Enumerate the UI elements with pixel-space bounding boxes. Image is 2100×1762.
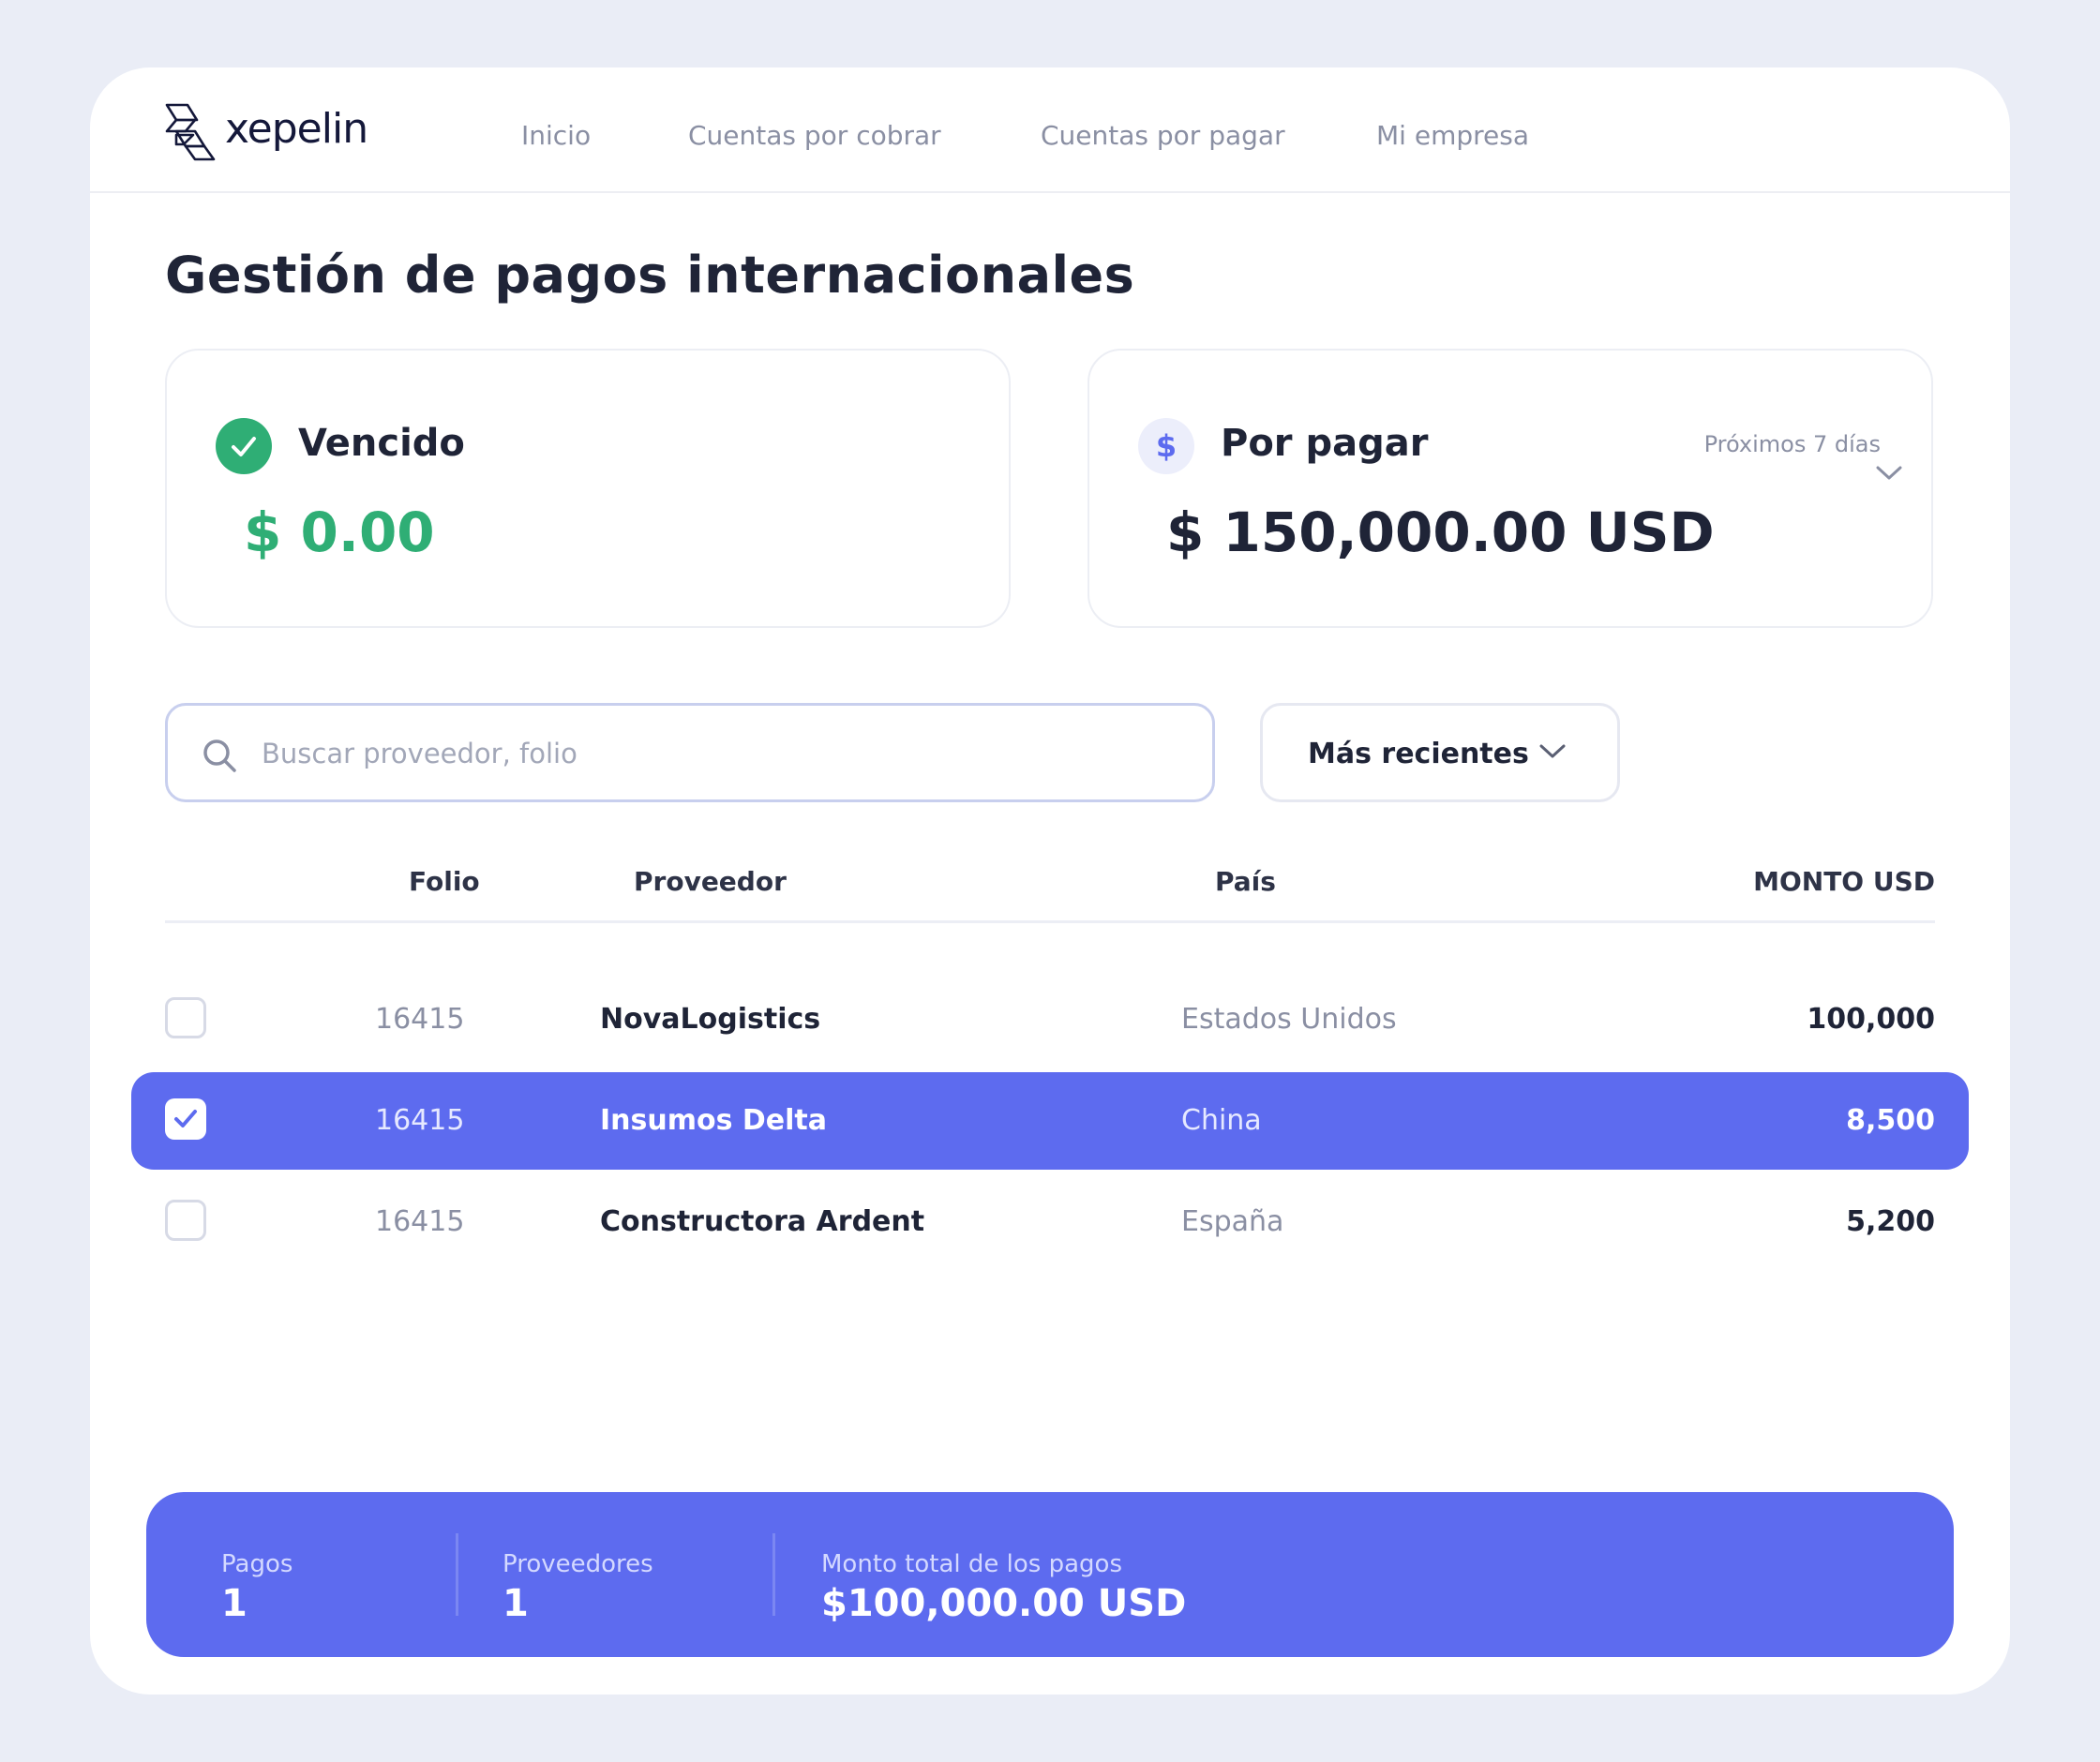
summary-divider (772, 1533, 775, 1616)
cell-proveedor: Constructora Ardent (600, 1205, 925, 1238)
por-pagar-label: Por pagar (1221, 422, 1429, 465)
cell-monto: 5,200 (1846, 1205, 1935, 1238)
sort-label: Más recientes (1308, 738, 1529, 770)
cell-proveedor: NovaLogistics (600, 1003, 821, 1036)
app-window: xepelin Inicio Cuentas por cobrar Cuenta… (90, 67, 2010, 1695)
summary-divider (456, 1533, 458, 1616)
por-pagar-card: $ Por pagar Próximos 7 días $ 150,000.00… (1088, 349, 1933, 628)
summary-proveedores-value: 1 (502, 1582, 529, 1625)
cell-pais: Estados Unidos (1181, 1003, 1397, 1036)
table-row[interactable]: 16415 Constructora Ardent España 5,200 (131, 1173, 1969, 1271)
vencido-card: Vencido $ 0.00 (165, 349, 1011, 628)
nav-item-mi-empresa[interactable]: Mi empresa (1376, 120, 1529, 151)
period-dropdown[interactable]: Próximos 7 días (1704, 431, 1881, 457)
column-header-proveedor[interactable]: Proveedor (634, 866, 787, 897)
row-checkbox-checked[interactable] (165, 1098, 206, 1140)
row-checkbox[interactable] (165, 1200, 206, 1241)
dollar-icon: $ (1138, 418, 1194, 474)
brand-name: xepelin (225, 104, 368, 153)
search-input[interactable] (260, 723, 1163, 784)
table-header-divider (165, 920, 1935, 923)
checkmark-icon (174, 1110, 197, 1127)
summary-proveedores-label: Proveedores (502, 1550, 653, 1578)
cell-folio: 16415 (375, 1104, 465, 1137)
cell-monto: 100,000 (1807, 1003, 1935, 1036)
summary-monto-value: $100,000.00 USD (821, 1582, 1187, 1625)
vencido-amount: $ 0.00 (244, 500, 435, 564)
row-checkbox[interactable] (165, 997, 206, 1038)
check-circle-icon (216, 418, 272, 474)
por-pagar-amount: $ 150,000.00 USD (1166, 500, 1715, 564)
summary-pagos-value: 1 (221, 1582, 248, 1625)
summary-monto-label: Monto total de los pagos (821, 1550, 1123, 1578)
table-row[interactable]: 16415 NovaLogistics Estados Unidos 100,0… (131, 971, 1969, 1068)
sort-dropdown[interactable]: Más recientes (1260, 703, 1620, 802)
cell-folio: 16415 (375, 1003, 465, 1036)
column-header-monto[interactable]: MONTO USD (1753, 866, 1935, 897)
summary-pagos-label: Pagos (221, 1550, 293, 1578)
column-header-pais[interactable]: País (1215, 866, 1276, 897)
cell-proveedor: Insumos Delta (600, 1104, 828, 1137)
cell-folio: 16415 (375, 1205, 465, 1238)
page-title: Gestión de pagos internacionales (165, 246, 1135, 305)
cell-pais: España (1181, 1205, 1284, 1238)
payment-summary-bar: Pagos 1 Proveedores 1 Monto total de los… (146, 1492, 1954, 1657)
chevron-down-icon (1538, 743, 1567, 764)
search-box (165, 703, 1215, 802)
chevron-down-icon[interactable] (1875, 465, 1903, 485)
table-row-selected[interactable]: 16415 Insumos Delta China 8,500 (131, 1072, 1969, 1170)
vencido-label: Vencido (298, 422, 465, 465)
nav-item-inicio[interactable]: Inicio (521, 120, 591, 151)
top-navigation-bar: xepelin Inicio Cuentas por cobrar Cuenta… (90, 67, 2010, 193)
nav-item-cuentas-por-pagar[interactable]: Cuentas por pagar (1041, 120, 1285, 151)
xepelin-logo-icon (163, 101, 219, 161)
column-header-folio[interactable]: Folio (409, 866, 480, 897)
cell-monto: 8,500 (1846, 1104, 1935, 1137)
cell-pais: China (1181, 1104, 1262, 1137)
brand-logo[interactable]: xepelin (163, 101, 368, 161)
nav-item-cuentas-por-cobrar[interactable]: Cuentas por cobrar (688, 120, 941, 151)
search-icon (202, 738, 239, 779)
